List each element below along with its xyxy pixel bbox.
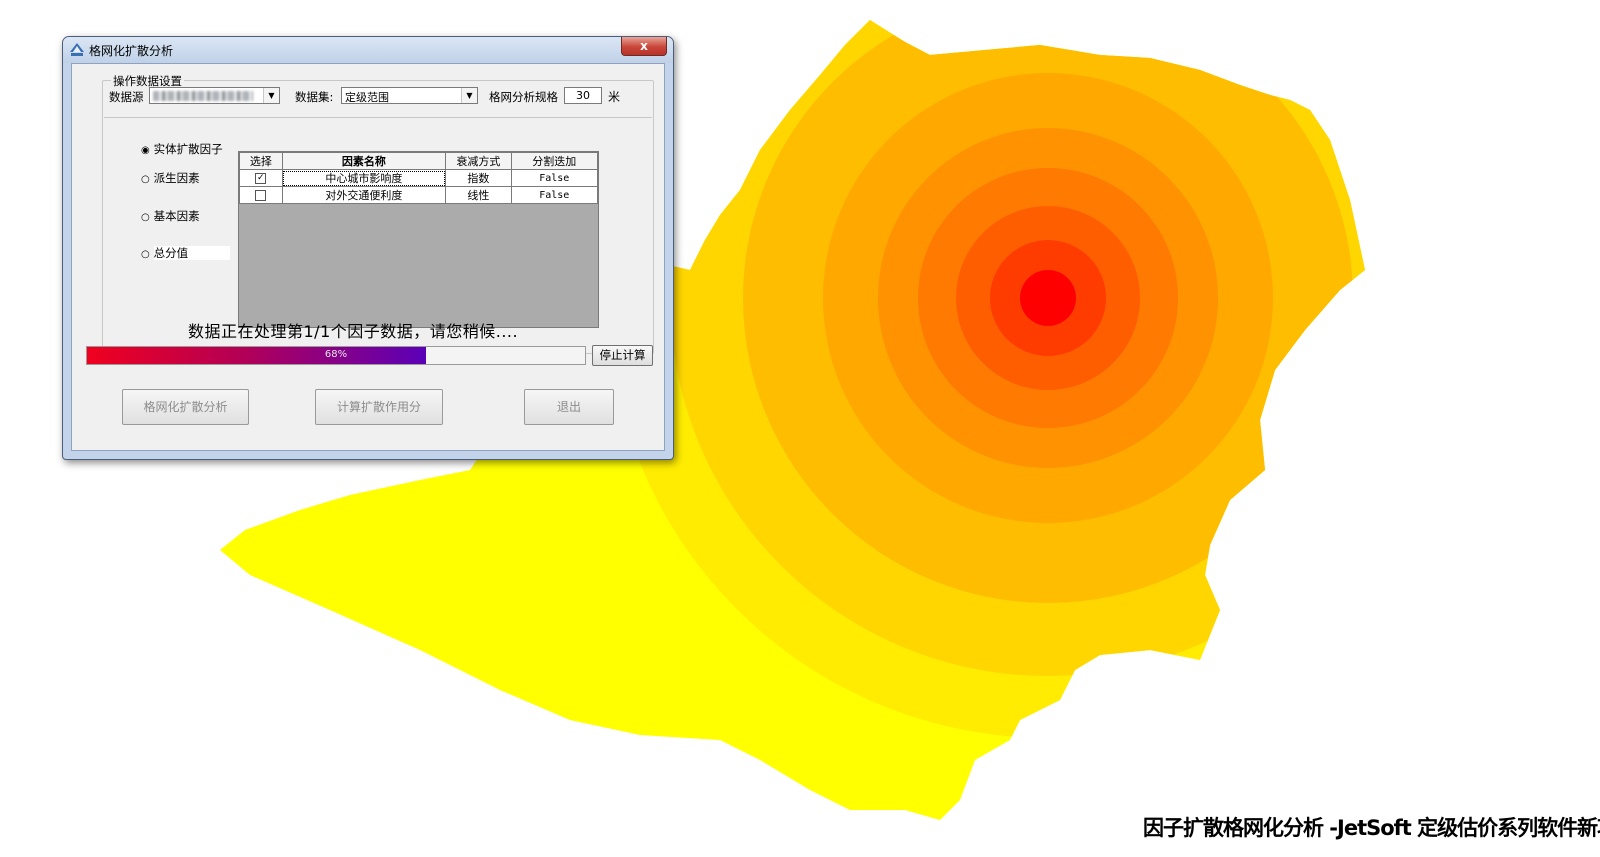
radio-label: 总分值	[153, 246, 231, 260]
radio-unselected-icon: ○	[141, 174, 150, 185]
exit-button[interactable]: 退出	[524, 389, 614, 425]
progress-bar: 68%	[86, 346, 586, 365]
stop-calculation-button[interactable]: 停止计算	[592, 345, 653, 366]
app-logo-icon	[70, 43, 84, 56]
grid-diffusion-dialog: 格网化扩散分析 x 操作数据设置 数据源 ▼ 数据集: 定级范围 ▼ 格网分析规…	[62, 36, 674, 460]
decay-cell[interactable]: 指数	[445, 169, 512, 187]
column-header-split[interactable]: 分割迭加	[510, 152, 599, 170]
radio-total-score[interactable]: ○ 总分值	[141, 245, 231, 261]
radio-unselected-icon: ○	[141, 212, 150, 223]
status-text: 数据正在处理第1/1个因子数据，请您稍候....	[188, 322, 519, 341]
grid-spec-label: 格网分析规格	[489, 90, 558, 104]
datasource-label: 数据源	[109, 90, 144, 104]
column-header-decay[interactable]: 衰减方式	[445, 152, 512, 170]
divider	[104, 117, 652, 118]
chevron-down-icon[interactable]: ▼	[263, 88, 279, 103]
dataset-combo[interactable]: 定级范围 ▼	[341, 87, 478, 104]
dialog-client-area: 操作数据设置 数据源 ▼ 数据集: 定级范围 ▼ 格网分析规格 30 米 ◉ 实…	[71, 63, 665, 451]
factor-name-cell[interactable]: 对外交通便利度	[281, 186, 447, 204]
radio-unselected-icon: ○	[141, 249, 150, 260]
datasource-blurred-value	[153, 91, 253, 101]
decay-cell[interactable]: 线性	[445, 186, 512, 204]
grid-spec-input[interactable]: 30	[564, 87, 602, 104]
split-cell[interactable]: False	[510, 169, 599, 187]
radio-basic-factor[interactable]: ○ 基本因素	[141, 208, 200, 224]
grid-analysis-button[interactable]: 格网化扩散分析	[122, 389, 249, 425]
row-checkbox-cell[interactable]: ✓	[239, 169, 283, 187]
factor-name-cell[interactable]: 中心城市影响度	[281, 169, 447, 187]
column-header-factor-name[interactable]: 因素名称	[281, 152, 447, 170]
radio-entity-factor[interactable]: ◉ 实体扩散因子	[141, 141, 223, 157]
dataset-label: 数据集:	[295, 90, 334, 104]
factor-grid: 选择 因素名称 衰减方式 分割迭加 ✓ 中心城市影响度 指数 False 对外交…	[238, 151, 599, 328]
radio-derived-factor[interactable]: ○ 派生因素	[141, 170, 200, 186]
row-checkbox-cell[interactable]	[239, 186, 283, 204]
chevron-down-icon[interactable]: ▼	[461, 88, 477, 103]
diffusion-ring	[1020, 270, 1076, 326]
caption-banner: 因子扩散格网化分析 -JetSoft 定级估价系列软件新功能	[1143, 816, 1600, 840]
close-button[interactable]: x	[621, 37, 667, 56]
grid-spec-unit: 米	[608, 90, 621, 104]
checkbox-checked-icon[interactable]: ✓	[255, 173, 267, 184]
table-row[interactable]: ✓ 中心城市影响度 指数 False	[239, 169, 599, 187]
progress-percent-label: 68%	[324, 349, 348, 360]
column-header-select[interactable]: 选择	[239, 152, 283, 170]
table-row[interactable]: 对外交通便利度 线性 False	[239, 186, 599, 204]
dataset-value: 定级范围	[345, 91, 389, 104]
radio-label: 基本因素	[153, 209, 200, 223]
datasource-combo[interactable]: ▼	[149, 87, 280, 104]
dialog-titlebar[interactable]: 格网化扩散分析 x	[63, 37, 673, 63]
checkbox-unchecked-icon[interactable]	[255, 190, 267, 201]
radio-label: 实体扩散因子	[153, 142, 223, 156]
compute-score-button[interactable]: 计算扩散作用分	[315, 389, 443, 425]
radio-label: 派生因素	[153, 171, 200, 185]
dialog-title: 格网化扩散分析	[89, 44, 174, 58]
split-cell[interactable]: False	[510, 186, 599, 204]
radio-selected-icon: ◉	[141, 145, 150, 156]
